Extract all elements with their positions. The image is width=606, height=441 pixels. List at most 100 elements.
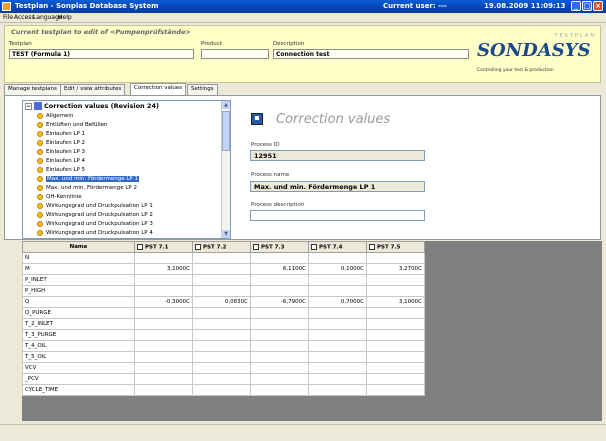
row-name-cell[interactable]: P_HIGH xyxy=(22,285,135,297)
close-icon[interactable]: × xyxy=(593,1,603,11)
correction-tree[interactable]: − Correction values (Revision 24) Allgeme… xyxy=(22,100,231,239)
value-cell[interactable] xyxy=(250,373,309,385)
value-cell[interactable] xyxy=(250,351,309,363)
value-cell[interactable]: 6,1100C xyxy=(250,263,309,275)
column-checkbox[interactable] xyxy=(195,243,201,250)
value-cell[interactable] xyxy=(250,285,309,297)
value-cell[interactable] xyxy=(308,362,367,374)
description-field[interactable]: Connection test xyxy=(273,49,469,59)
row-name-cell[interactable]: T_2_INLET xyxy=(22,318,135,330)
value-cell[interactable] xyxy=(192,252,251,264)
tab-settings[interactable]: Settings xyxy=(187,84,218,95)
value-cell[interactable] xyxy=(192,373,251,385)
value-cell[interactable] xyxy=(134,329,193,341)
value-cell[interactable]: 0,7000C xyxy=(308,296,367,308)
value-cell[interactable]: 3,1000C xyxy=(134,263,193,275)
value-cell[interactable] xyxy=(192,274,251,286)
column-header-pst[interactable]: PST 7.2 xyxy=(192,241,251,253)
tree-item[interactable]: Max. und min. Fördermenge LP 2 xyxy=(37,184,137,192)
tree-item[interactable]: Wirkungsgrad und Druckpulsation LP 1 xyxy=(37,202,153,210)
value-cell[interactable] xyxy=(134,318,193,330)
column-header-pst[interactable]: PST 7.4 xyxy=(308,241,367,253)
column-checkbox[interactable] xyxy=(137,243,143,250)
column-header-pst[interactable]: PST 7.1 xyxy=(134,241,193,253)
row-name-cell[interactable]: T_3_PURGE xyxy=(22,329,135,341)
maximize-icon[interactable]: □ xyxy=(582,1,592,11)
row-name-cell[interactable]: P_INLET xyxy=(22,274,135,286)
column-checkbox[interactable] xyxy=(311,243,317,250)
value-cell[interactable] xyxy=(192,384,251,396)
value-cell[interactable] xyxy=(134,351,193,363)
value-cell[interactable] xyxy=(134,340,193,352)
menu-help[interactable]: Help xyxy=(58,14,72,21)
value-cell[interactable] xyxy=(134,274,193,286)
row-name-cell[interactable]: CYCLE_TIME xyxy=(22,384,135,396)
value-cell[interactable] xyxy=(192,318,251,330)
tree-item[interactable]: Einlaufen LP 1 xyxy=(37,130,85,138)
tree-item[interactable]: Einlaufen LP 2 xyxy=(37,139,85,147)
tree-item[interactable]: Allgemein xyxy=(37,112,73,120)
tree-item[interactable]: Wirkungsgrad und Druckpulsation LP 2 xyxy=(37,211,153,219)
value-cell[interactable] xyxy=(134,373,193,385)
row-name-cell[interactable]: Q_PURGE xyxy=(22,307,135,319)
save-icon[interactable] xyxy=(251,113,263,125)
value-cell[interactable] xyxy=(134,252,193,264)
value-cell[interactable] xyxy=(308,340,367,352)
value-cell[interactable] xyxy=(134,285,193,297)
value-cell[interactable] xyxy=(366,362,425,374)
tree-item[interactable]: Einlaufen LP 4 xyxy=(37,157,85,165)
process-description-field[interactable] xyxy=(250,210,425,221)
column-checkbox[interactable] xyxy=(369,243,375,250)
value-cell[interactable] xyxy=(366,384,425,396)
value-cell[interactable] xyxy=(192,351,251,363)
process-name-field[interactable]: Max. und min. Fördermenge LP 1 xyxy=(250,181,425,192)
collapse-icon[interactable]: − xyxy=(25,102,32,110)
minimize-icon[interactable]: _ xyxy=(571,1,581,11)
menu-access[interactable]: Access xyxy=(14,14,35,21)
tab-manage-testplans[interactable]: Manage testplans xyxy=(4,84,61,95)
value-cell[interactable] xyxy=(366,307,425,319)
row-name-cell[interactable]: Q xyxy=(22,296,135,308)
value-cell[interactable] xyxy=(192,362,251,374)
row-name-cell[interactable]: T_5_OIL xyxy=(22,351,135,363)
value-cell[interactable] xyxy=(250,362,309,374)
value-cell[interactable] xyxy=(308,252,367,264)
value-cell[interactable]: -0,3000C xyxy=(134,296,193,308)
tree-item[interactable]: Wirkungsgrad und Druckpulsation LP 4 xyxy=(37,229,153,237)
value-cell[interactable] xyxy=(192,329,251,341)
value-cell[interactable] xyxy=(134,307,193,319)
tree-root[interactable]: − Correction values (Revision 24) xyxy=(25,102,159,110)
value-cell[interactable]: 0,0830C xyxy=(192,296,251,308)
value-cell[interactable] xyxy=(366,318,425,330)
value-cell[interactable]: 3,1000C xyxy=(366,296,425,308)
tree-item[interactable]: Einlaufen LP 5 xyxy=(37,166,85,174)
value-cell[interactable] xyxy=(250,329,309,341)
value-cell[interactable] xyxy=(308,329,367,341)
value-cell[interactable] xyxy=(134,384,193,396)
value-cell[interactable] xyxy=(192,285,251,297)
tree-item[interactable]: Max. und min. Fördermenge LP 1 xyxy=(37,175,139,183)
tab-correction-values[interactable]: Correction values xyxy=(130,83,187,95)
menu-file[interactable]: File xyxy=(3,14,13,21)
value-cell[interactable] xyxy=(308,285,367,297)
tree-item[interactable]: Einlaufen LP 3 xyxy=(37,148,85,156)
value-cell[interactable] xyxy=(192,307,251,319)
row-name-cell[interactable]: M xyxy=(22,263,135,275)
value-cell[interactable] xyxy=(366,373,425,385)
value-cell[interactable]: -6,7900C xyxy=(250,296,309,308)
scroll-down-icon[interactable]: ▼ xyxy=(222,230,230,238)
tree-item[interactable]: QH-Kennlinie xyxy=(37,193,82,201)
value-cell[interactable] xyxy=(134,362,193,374)
value-cell[interactable] xyxy=(308,318,367,330)
value-cell[interactable] xyxy=(366,340,425,352)
value-cell[interactable] xyxy=(192,263,251,275)
value-cell[interactable] xyxy=(250,384,309,396)
column-checkbox[interactable] xyxy=(253,243,259,250)
value-cell[interactable] xyxy=(250,252,309,264)
value-cell[interactable] xyxy=(250,307,309,319)
value-cell[interactable]: 3,2700C xyxy=(366,263,425,275)
column-header-name[interactable]: Name xyxy=(22,241,135,253)
value-cell[interactable] xyxy=(366,285,425,297)
tree-item[interactable]: Entlüften und Befüllen xyxy=(37,121,107,129)
tab-edit-attributes[interactable]: Edit / view attributes xyxy=(60,84,126,95)
